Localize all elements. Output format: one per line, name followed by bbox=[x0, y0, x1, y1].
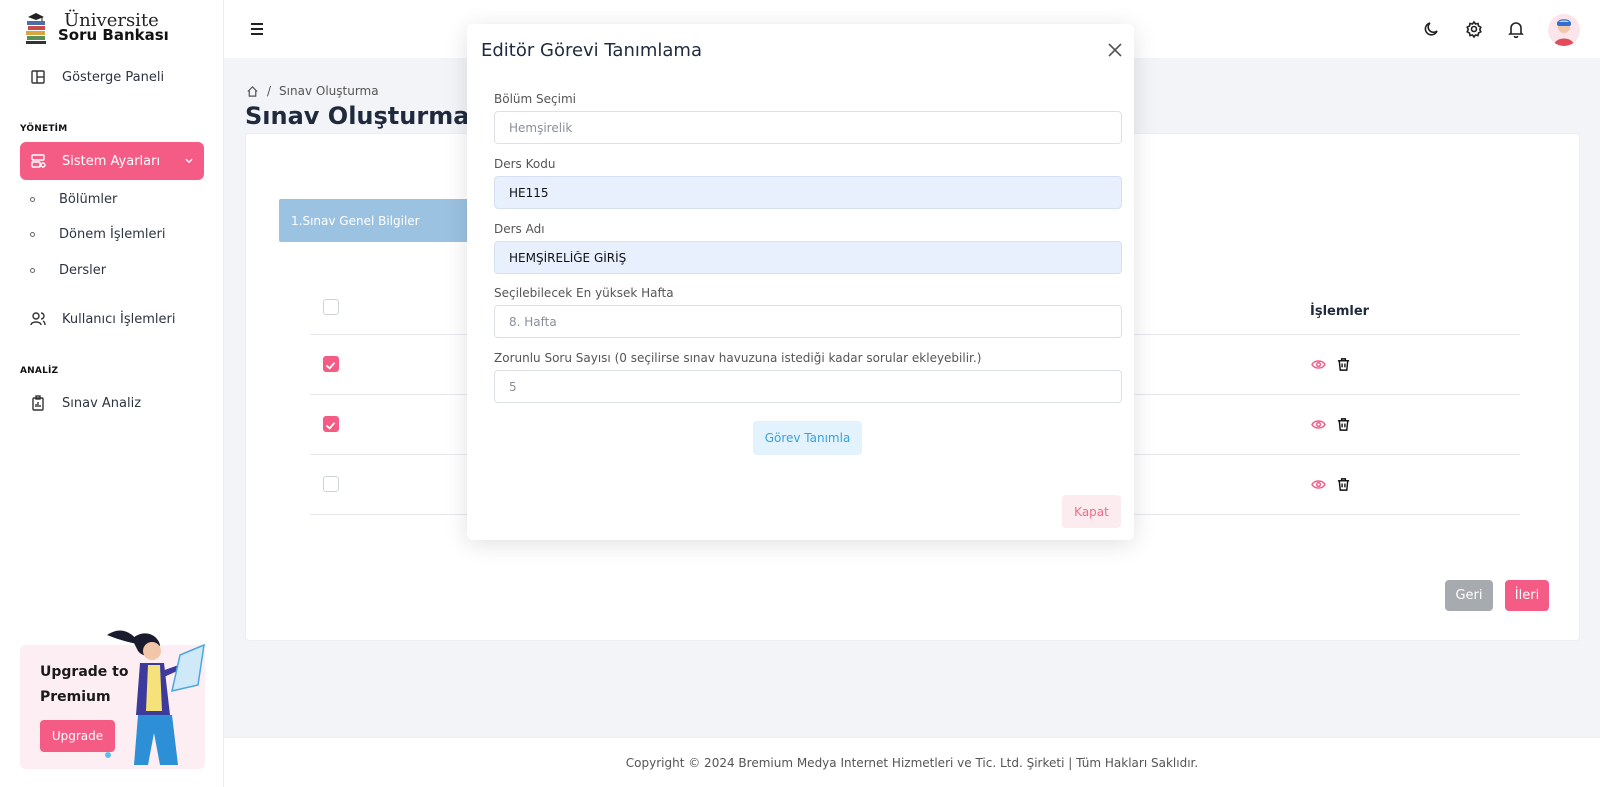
editor-assignment-modal: Editör Görevi Tanımlama Bölüm Seçimi Der… bbox=[467, 24, 1134, 540]
copyright-text: Copyright © 2024 Bremium Medya Internet … bbox=[625, 755, 1199, 770]
section-analysis: ANALİZ bbox=[20, 366, 59, 376]
course-name-label: Ders Adı bbox=[494, 222, 545, 236]
upgrade-promo: Upgrade to Premium Upgrade bbox=[20, 630, 205, 769]
user-avatar-icon bbox=[1554, 19, 1574, 46]
breadcrumb-current: Sınav Oluşturma bbox=[279, 84, 379, 98]
check-icon bbox=[325, 422, 336, 430]
sidebar-subitem-label: Dönem İşlemleri bbox=[59, 226, 166, 242]
section-management: YÖNETİM bbox=[20, 124, 68, 134]
row-actions-3 bbox=[1311, 477, 1351, 492]
gear-icon[interactable] bbox=[1465, 20, 1483, 38]
sidebar-subitem-departments[interactable]: Bölümler bbox=[30, 188, 117, 210]
next-button[interactable]: İleri bbox=[1505, 580, 1549, 611]
row-actions-1 bbox=[1311, 357, 1351, 372]
sidebar-subitem-label: Dersler bbox=[59, 262, 107, 278]
bullet-icon bbox=[30, 231, 35, 237]
bullet-icon bbox=[30, 267, 35, 273]
sidebar-subitem-terms[interactable]: Dönem İşlemleri bbox=[30, 223, 165, 245]
avatar[interactable] bbox=[1548, 14, 1580, 46]
max-week-label: Seçilebilecek En yüksek Hafta bbox=[494, 286, 674, 300]
sidebar-item-dashboard[interactable]: Gösterge Paneli bbox=[20, 58, 204, 96]
sidebar: Üniversite Soru Bankası Gösterge Paneli … bbox=[0, 0, 224, 787]
bell-icon[interactable] bbox=[1507, 20, 1525, 38]
book-stack-logo-icon bbox=[26, 13, 46, 44]
dashboard-icon bbox=[31, 70, 45, 84]
clipboard-chart-icon bbox=[32, 395, 44, 411]
logo[interactable]: Üniversite Soru Bankası bbox=[24, 10, 169, 46]
row-actions-2 bbox=[1311, 417, 1351, 432]
back-button[interactable]: Geri bbox=[1445, 580, 1493, 611]
logo-line2: Soru Bankası bbox=[58, 26, 169, 44]
bullet-icon bbox=[30, 196, 35, 202]
sidebar-item-label: Sistem Ayarları bbox=[62, 153, 161, 169]
moon-icon[interactable] bbox=[1423, 20, 1441, 38]
trash-icon[interactable] bbox=[1336, 477, 1351, 492]
breadcrumb: / Sınav Oluşturma bbox=[246, 84, 379, 98]
sidebar-item-label: Kullanıcı İşlemleri bbox=[62, 311, 176, 327]
close-button[interactable]: Kapat bbox=[1062, 495, 1121, 528]
sidebar-item-users[interactable]: Kullanıcı İşlemleri bbox=[20, 300, 204, 338]
menu-icon[interactable] bbox=[250, 22, 264, 36]
footer: Copyright © 2024 Bremium Medya Internet … bbox=[224, 737, 1600, 787]
sidebar-item-exam-analysis[interactable]: Sınav Analiz bbox=[20, 384, 204, 422]
define-task-button[interactable]: Görev Tanımla bbox=[753, 421, 862, 455]
required-question-count-field[interactable] bbox=[494, 370, 1122, 403]
modal-title: Editör Görevi Tanımlama bbox=[481, 40, 702, 61]
server-settings-icon bbox=[31, 154, 46, 168]
check-icon bbox=[325, 362, 336, 370]
users-icon bbox=[30, 312, 46, 326]
row-checkbox-1[interactable] bbox=[323, 356, 339, 372]
row-checkbox-3[interactable] bbox=[323, 476, 339, 492]
trash-icon[interactable] bbox=[1336, 357, 1351, 372]
select-all-checkbox[interactable] bbox=[323, 299, 339, 315]
trash-icon[interactable] bbox=[1336, 417, 1351, 432]
sidebar-item-system-settings[interactable]: Sistem Ayarları bbox=[20, 142, 204, 180]
eye-icon[interactable] bbox=[1311, 477, 1326, 492]
sidebar-item-label: Gösterge Paneli bbox=[62, 69, 165, 85]
breadcrumb-separator: / bbox=[267, 84, 272, 98]
department-label: Bölüm Seçimi bbox=[494, 92, 576, 106]
home-icon[interactable] bbox=[246, 85, 259, 98]
woman-laptop-illustration-icon bbox=[105, 630, 205, 765]
department-select[interactable] bbox=[494, 111, 1122, 144]
course-code-field[interactable] bbox=[494, 176, 1122, 209]
sidebar-subitem-label: Bölümler bbox=[59, 191, 118, 207]
eye-icon[interactable] bbox=[1311, 417, 1326, 432]
close-icon[interactable] bbox=[1107, 42, 1123, 58]
eye-icon[interactable] bbox=[1311, 357, 1326, 372]
course-code-label: Ders Kodu bbox=[494, 157, 556, 171]
course-name-field[interactable] bbox=[494, 241, 1122, 274]
sidebar-subitem-courses[interactable]: Dersler bbox=[30, 259, 106, 281]
max-week-field[interactable] bbox=[494, 305, 1122, 338]
chevron-down-icon bbox=[185, 158, 193, 164]
required-question-count-label: Zorunlu Soru Sayısı (0 seçilirse sınav h… bbox=[494, 351, 982, 365]
sidebar-item-label: Sınav Analiz bbox=[62, 395, 142, 411]
row-checkbox-2[interactable] bbox=[323, 416, 339, 432]
table-header-actions: İşlemler bbox=[1310, 304, 1370, 319]
page-title: Sınav Oluşturma bbox=[245, 102, 470, 130]
